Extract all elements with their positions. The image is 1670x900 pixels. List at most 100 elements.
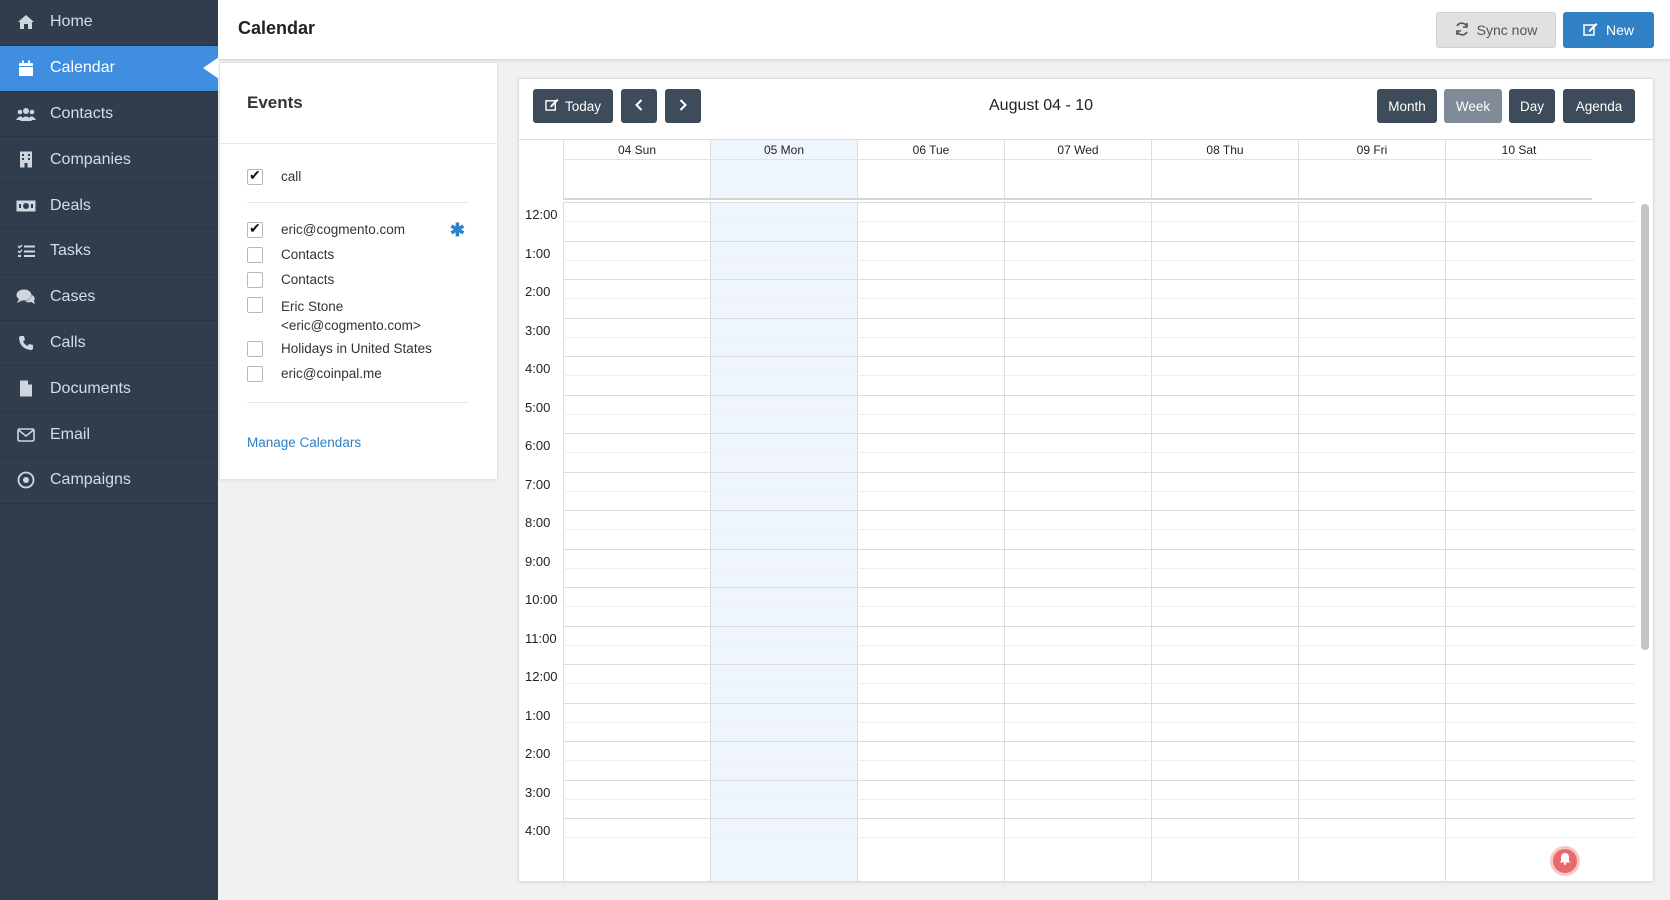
home-icon: [16, 12, 36, 32]
manage-calendars-link[interactable]: Manage Calendars: [247, 435, 361, 450]
sync-now-button[interactable]: Sync now: [1436, 12, 1556, 48]
tasks-icon: [16, 241, 36, 261]
checkbox[interactable]: [247, 167, 263, 185]
view-day-button[interactable]: Day: [1509, 89, 1555, 123]
time-label: 4:00: [525, 823, 551, 838]
events-panel: Events call eric@cogmento.com ✱ Contacts…: [219, 62, 498, 480]
checkbox[interactable]: [247, 272, 263, 288]
time-label: 10:00: [525, 592, 558, 607]
previous-week-button[interactable]: [621, 89, 657, 123]
all-day-cell[interactable]: [563, 160, 710, 200]
time-label: 9:00: [525, 553, 551, 569]
calendar-toggle-eric-cogmento[interactable]: eric@cogmento.com ✱: [247, 220, 469, 240]
checkbox[interactable]: [247, 220, 263, 238]
sidebar-item-tasks[interactable]: Tasks: [0, 229, 218, 275]
sidebar-item-label: Campaigns: [50, 471, 131, 489]
events-separator: [247, 202, 469, 203]
view-week-button[interactable]: Week: [1444, 89, 1502, 123]
checkbox[interactable]: [247, 366, 263, 382]
checkbox[interactable]: [247, 247, 263, 263]
hour-line: [563, 433, 1635, 434]
calendar-toggle-call[interactable]: call: [247, 167, 469, 185]
all-day-cell[interactable]: [1004, 160, 1151, 200]
all-day-cell[interactable]: [1445, 160, 1592, 200]
time-label: 2:00: [525, 284, 551, 299]
checkbox[interactable]: [247, 297, 263, 313]
money-icon: [16, 196, 36, 216]
sidebar-item-label: Calls: [50, 333, 86, 351]
today-button[interactable]: Today: [533, 89, 613, 123]
sidebar-item-cases[interactable]: Cases: [0, 275, 218, 321]
users-icon: [16, 104, 36, 124]
time-label: 3:00: [525, 784, 551, 800]
calendar-icon: [16, 58, 36, 78]
time-label: 3:00: [525, 322, 551, 338]
half-hour-line: [563, 760, 1635, 762]
calendar-toggle-label: Holidays in United States: [281, 341, 432, 356]
day-header[interactable]: 09 Fri: [1298, 140, 1445, 160]
day-header[interactable]: 05 Mon: [710, 140, 857, 160]
hour-line: [563, 548, 1635, 550]
calendar-toggle-contacts-2[interactable]: Contacts: [247, 272, 469, 288]
hour-line: [563, 702, 1635, 704]
chevron-left-icon: [635, 98, 643, 114]
time-label: 2:00: [525, 746, 551, 761]
calendar-toggle-eric-stone[interactable]: Eric Stone <eric@cogmento.com>: [247, 297, 469, 335]
time-label: 12:00: [525, 669, 558, 684]
day-header[interactable]: 04 Sun: [563, 140, 710, 160]
next-week-button[interactable]: [665, 89, 701, 123]
calendar-toggle-holidays[interactable]: Holidays in United States: [247, 341, 469, 357]
default-calendar-asterisk-icon: ✱: [449, 220, 465, 240]
notification-bell-button[interactable]: [1550, 846, 1580, 876]
grid-scrollbar[interactable]: [1641, 204, 1649, 650]
half-hour-line: [563, 452, 1635, 454]
sidebar-item-companies[interactable]: Companies: [0, 137, 218, 184]
sidebar-item-label: Email: [50, 425, 91, 443]
time-label: 5:00: [525, 399, 551, 415]
phone-icon: [16, 333, 36, 353]
all-day-cell[interactable]: [1151, 160, 1298, 200]
all-day-cell[interactable]: [857, 160, 1004, 200]
sidebar-item-campaigns[interactable]: Campaigns: [0, 458, 218, 504]
time-label: 12:00: [525, 207, 558, 222]
sidebar-item-label: Documents: [50, 379, 131, 397]
sidebar-item-email[interactable]: Email: [0, 412, 218, 458]
day-header[interactable]: 07 Wed: [1004, 140, 1151, 160]
hour-line: [563, 279, 1635, 280]
calendar-toggle-label: Contacts: [281, 247, 335, 262]
calendar-toggle-eric-coinpal[interactable]: eric@coinpal.me: [247, 366, 469, 382]
hour-line: [563, 394, 1635, 396]
view-month-button[interactable]: Month: [1377, 89, 1437, 123]
time-label: 1:00: [525, 245, 551, 261]
sidebar-item-documents[interactable]: Documents: [0, 366, 218, 413]
sidebar-item-label: Calendar: [50, 59, 115, 77]
sidebar-item-calendar[interactable]: Calendar: [0, 45, 219, 92]
hour-line: [563, 240, 1635, 242]
week-grid: 04 Sun 05 Mon 06 Tue 07 Wed 08 Thu 09 Fri 10 S…: [519, 139, 1653, 881]
day-header[interactable]: 08 Thu: [1151, 140, 1298, 160]
new-button[interactable]: New: [1563, 12, 1654, 48]
sidebar-item-contacts[interactable]: Contacts: [0, 92, 218, 138]
all-day-cell[interactable]: [1298, 160, 1445, 200]
sidebar-item-home[interactable]: Home: [0, 0, 218, 46]
calendar-toggle-contacts[interactable]: Contacts: [247, 247, 469, 263]
half-hour-line: [563, 567, 1635, 569]
hour-line: [563, 510, 1635, 511]
events-separator: [247, 402, 469, 403]
half-hour-line: [563, 529, 1635, 531]
sidebar-item-deals[interactable]: Deals: [0, 183, 218, 229]
all-day-cell[interactable]: [710, 160, 857, 200]
checkbox[interactable]: [247, 341, 263, 357]
view-agenda-button[interactable]: Agenda: [1563, 89, 1635, 123]
day-header[interactable]: 10 Sat: [1445, 140, 1592, 160]
half-hour-line: [563, 644, 1635, 646]
day-header[interactable]: 06 Tue: [857, 140, 1004, 160]
calendar-toggle-label: eric@coinpal.me: [281, 366, 382, 381]
edit-icon: [1583, 22, 1598, 39]
hour-line: [563, 587, 1635, 588]
sync-now-label: Sync now: [1476, 22, 1538, 38]
refresh-icon: [1455, 21, 1469, 39]
target-icon: [16, 470, 36, 490]
sidebar-item-calls[interactable]: Calls: [0, 321, 218, 367]
calendar-toggle-label: eric@cogmento.com: [281, 222, 405, 237]
